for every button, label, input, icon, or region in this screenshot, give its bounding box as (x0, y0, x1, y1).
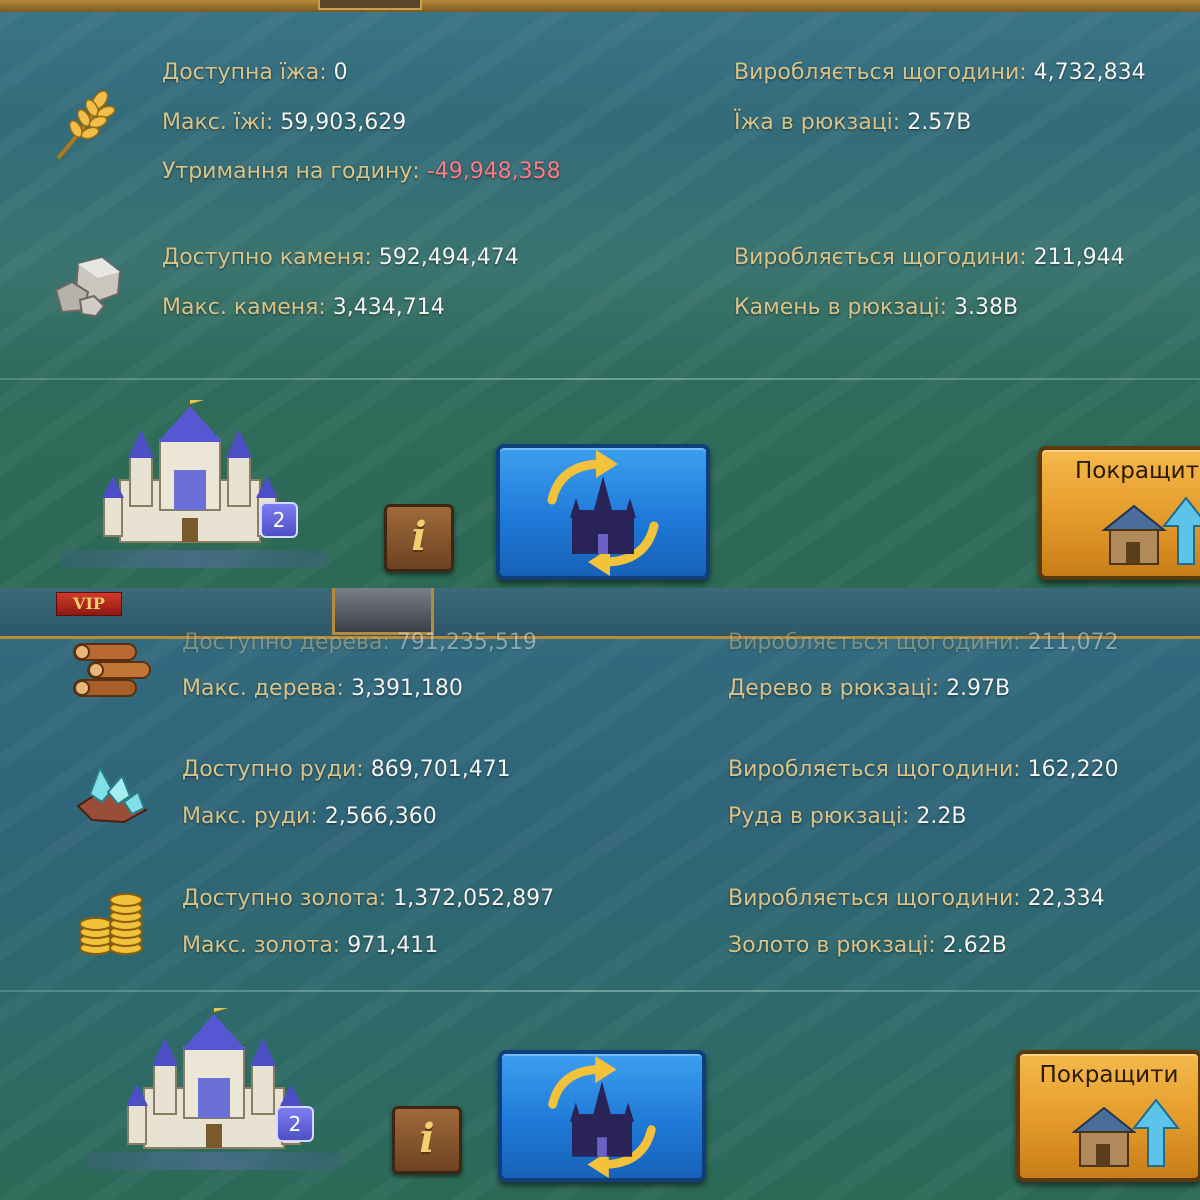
castle-swap-button[interactable] (498, 1050, 706, 1182)
hero-portrait (332, 588, 434, 635)
castle-icon (102, 400, 278, 543)
castle-level-badge: 2 (276, 1106, 314, 1142)
castle-pedestal (86, 1152, 340, 1170)
stone-max: Макс. каменя: 3,434,714 (162, 295, 445, 320)
section-divider (0, 378, 1200, 380)
stone-produced: Виробляється щогодини: 211,944 (734, 245, 1125, 270)
swap-icon (548, 1055, 656, 1178)
gold-max: Макс. золота: 971,411 (182, 933, 439, 958)
wood-produced: Виробляється щогодини: 211,072 (728, 630, 1119, 655)
wood-max: Макс. дерева: 3,391,180 (182, 676, 463, 701)
resource-panel-top: Доступна їжа: 0 Макс. їжі: 59,903,629 Ут… (0, 0, 1200, 588)
gold-produced: Виробляється щогодини: 22,334 (728, 886, 1105, 911)
stone-available: Доступно каменя: 592,494,474 (162, 245, 519, 270)
ore-produced: Виробляється щогодини: 162,220 (728, 757, 1119, 782)
ore-icon (76, 765, 149, 824)
ore-available: Доступно руди: 869,701,471 (182, 757, 511, 782)
gold-icon (79, 893, 143, 955)
castle-level-badge: 2 (260, 502, 298, 538)
upgrade-button-label: Покращит (1075, 458, 1199, 484)
gold-available: Доступно золота: 1,372,052,897 (182, 886, 555, 911)
top-frame-tab (318, 0, 422, 10)
ore-max: Макс. руди: 2,566,360 (182, 804, 437, 829)
upgrade-icon (1101, 496, 1200, 565)
stone-backpack: Камень в рюкзаці: 3.38B (734, 295, 1019, 320)
food-produced: Виробляється щогодини: 4,732,834 (734, 60, 1146, 85)
ore-backpack: Руда в рюкзаці: 2.2B (728, 804, 967, 829)
wood-icon (73, 643, 151, 697)
section-divider (0, 990, 1200, 992)
upgrade-button-label: Покращити (1039, 1062, 1179, 1088)
wheat-icon (56, 90, 116, 160)
castle-pedestal (60, 550, 328, 568)
top-frame-bar (0, 0, 1200, 12)
upgrade-button[interactable]: Покращити (1016, 1050, 1200, 1182)
food-backpack: Їжа в рюкзаці: 2.57B (734, 110, 972, 135)
upgrade-button[interactable]: Покращит (1038, 446, 1200, 580)
vip-badge: VIP (56, 592, 122, 616)
info-button[interactable]: i (392, 1106, 462, 1174)
castle-swap-button[interactable] (496, 444, 710, 580)
swap-icon (547, 450, 659, 576)
wood-backpack: Дерево в рюкзаці: 2.97B (728, 676, 1011, 701)
food-available: Доступна їжа: 0 (162, 60, 348, 85)
info-button[interactable]: i (384, 504, 454, 572)
stone-icon (54, 256, 122, 318)
gold-backpack: Золото в рюкзаці: 2.62B (728, 933, 1007, 958)
wood-available: Доступно дерева: 791,235,519 (182, 630, 537, 655)
upgrade-icon (1071, 1098, 1181, 1167)
food-upkeep: Утримання на годину: -49,948,358 (162, 159, 561, 184)
food-max: Макс. їжі: 59,903,629 (162, 110, 407, 135)
